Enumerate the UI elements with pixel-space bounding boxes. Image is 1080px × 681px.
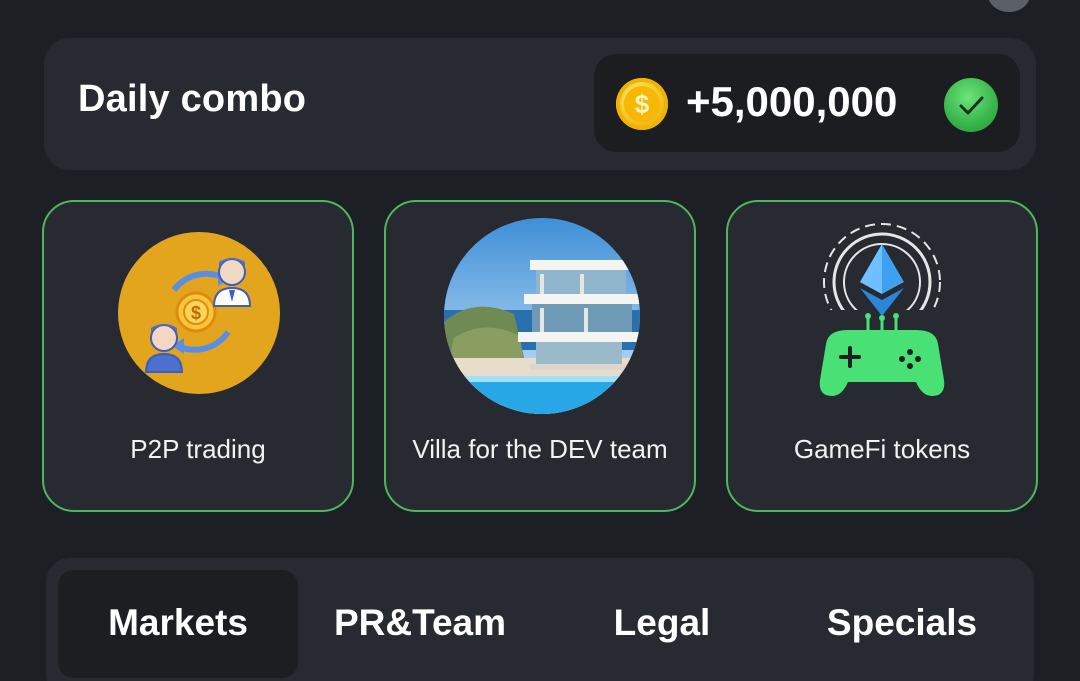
category-tabs: Markets PR&Team Legal Specials bbox=[46, 558, 1034, 681]
p2p-trading-illustration: $ bbox=[118, 232, 280, 394]
tab-pr-team[interactable]: PR&Team bbox=[300, 570, 540, 678]
coin-icon: $ bbox=[616, 78, 668, 130]
daily-combo-title: Daily combo bbox=[78, 78, 307, 120]
card-label-gamefi-tokens: GameFi tokens bbox=[793, 434, 971, 464]
tab-markets[interactable]: Markets bbox=[58, 570, 298, 678]
tab-specials[interactable]: Specials bbox=[782, 570, 1022, 678]
mine-screen: Daily combo $ +5,000,000 $ P2P trading V… bbox=[0, 0, 1080, 681]
checkmark-icon bbox=[944, 78, 998, 132]
tab-legal[interactable]: Legal bbox=[542, 570, 782, 678]
daily-combo-bar: Daily combo $ +5,000,000 bbox=[44, 38, 1036, 170]
card-label-villa: Villa for the DEV team bbox=[412, 434, 668, 464]
top-avatar-partial[interactable] bbox=[988, 0, 1030, 12]
card-label-p2p-trading: P2P trading bbox=[130, 434, 266, 464]
coin-dollar-symbol: $ bbox=[624, 86, 660, 122]
combo-card-p2p-trading[interactable]: $ P2P trading bbox=[42, 200, 354, 512]
svg-text:$: $ bbox=[191, 303, 201, 323]
reward-amount: +5,000,000 bbox=[686, 78, 898, 125]
combo-card-gamefi-tokens[interactable]: GameFi tokens bbox=[726, 200, 1038, 512]
gamefi-ethereum-gamepad-illustration bbox=[792, 220, 976, 404]
villa-photo bbox=[444, 218, 640, 414]
daily-combo-reward[interactable]: $ +5,000,000 bbox=[594, 54, 1020, 152]
combo-card-villa[interactable]: Villa for the DEV team bbox=[384, 200, 696, 512]
